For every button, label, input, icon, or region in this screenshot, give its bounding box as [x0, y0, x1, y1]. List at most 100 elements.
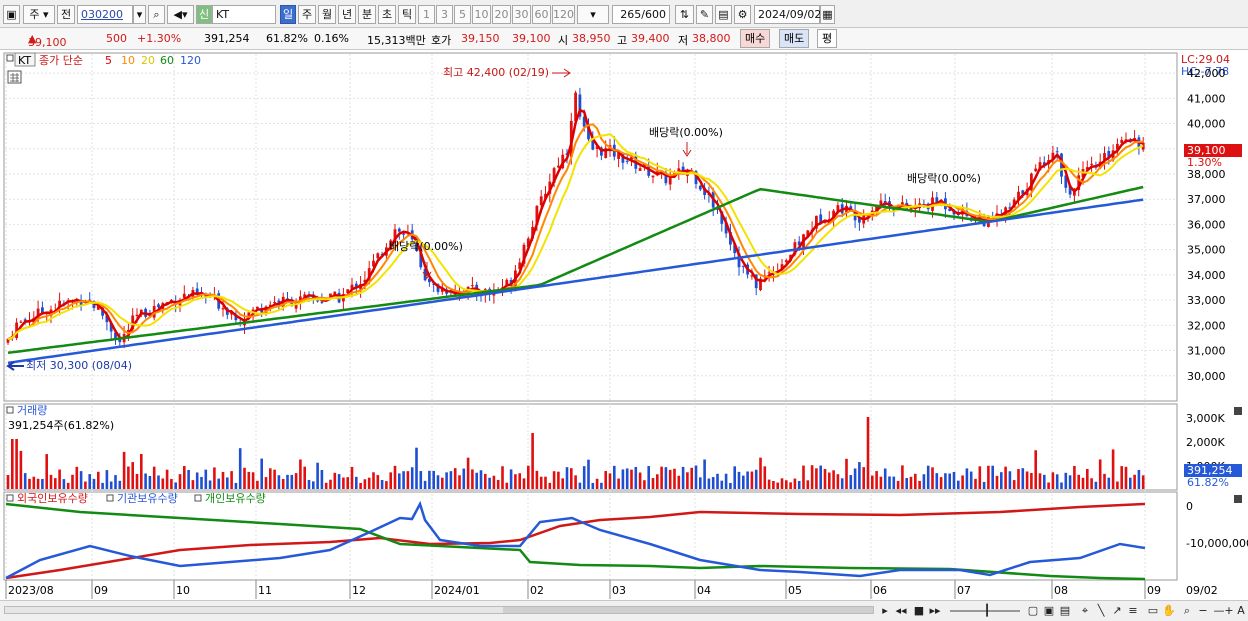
line-tool-icon[interactable]: ╲ — [1094, 603, 1108, 618]
layout-icon[interactable]: ▣ — [3, 5, 20, 24]
hand-icon[interactable]: ✋ — [1162, 603, 1176, 618]
price-axis-label: 37,000 — [1187, 193, 1226, 206]
font-size-icon[interactable]: A — [1234, 603, 1248, 618]
volume-bar — [707, 478, 711, 489]
volume-bar — [686, 472, 689, 489]
stock-chart[interactable]: KT 종가 단순 5 10 20 60 120 최고 42,400 (02/19… — [0, 52, 1248, 600]
volume-bar — [1077, 474, 1080, 489]
period-year[interactable]: 년 — [338, 5, 356, 24]
volume-bar — [41, 478, 44, 489]
x-axis-label: 09 — [94, 584, 108, 597]
fib-tool-icon[interactable]: ≡ — [1126, 603, 1140, 618]
volume-bar — [97, 471, 100, 489]
volume-bar — [492, 475, 496, 489]
volume-bar — [926, 465, 930, 489]
layout-c-icon[interactable]: ▤ — [1058, 603, 1072, 618]
sell-button[interactable]: 매도 — [779, 29, 810, 48]
volume-bar — [690, 467, 693, 489]
calendar-icon[interactable]: ▦ — [820, 5, 835, 24]
cursor-icon[interactable]: ▭ — [1146, 603, 1160, 618]
candle-body — [471, 285, 474, 287]
volume-bar — [952, 472, 956, 489]
volume-bar — [522, 478, 526, 489]
indicator-icon[interactable]: ⇅ — [675, 5, 694, 24]
stop-icon[interactable]: ■ — [912, 603, 926, 618]
period-day[interactable]: 일 — [280, 5, 296, 24]
volume-close-icon[interactable] — [1234, 407, 1242, 415]
volume-bar — [398, 473, 401, 489]
drawing-icon[interactable]: ✎ — [696, 5, 713, 24]
interval-1[interactable]: 1 — [418, 5, 435, 24]
price-axis-label: 38,000 — [1187, 168, 1226, 181]
zoom-search-icon[interactable]: ⌕ — [1180, 603, 1194, 618]
volume-bar — [191, 480, 195, 489]
volume-bar — [299, 459, 302, 489]
speaker-icon[interactable]: ◀▾ — [167, 5, 194, 24]
volume-bar — [1047, 482, 1050, 489]
stock-name-field[interactable]: KT — [212, 5, 276, 24]
interval-60[interactable]: 60 — [532, 5, 551, 24]
volume-bar — [776, 482, 779, 489]
prev-button[interactable]: 전 — [57, 5, 75, 24]
scroll-right-icon[interactable]: ▸ — [878, 603, 892, 618]
volume-bar — [871, 475, 874, 489]
interval-custom-input[interactable]: ▾ — [577, 5, 609, 24]
volume-bar — [582, 466, 586, 489]
volume-bar — [754, 469, 758, 489]
fast-forward-icon[interactable]: ▸▸ — [928, 603, 942, 618]
interval-30[interactable]: 30 — [512, 5, 531, 24]
date-input[interactable]: 2024/09/02 — [754, 5, 821, 24]
volume-bar — [608, 473, 612, 489]
volume-bar — [105, 470, 109, 489]
search-icon[interactable]: ⌕ — [148, 5, 165, 24]
volume-subtitle: 391,254주(61.82%) — [8, 419, 114, 432]
interval-10[interactable]: 10 — [472, 5, 491, 24]
scroll-track[interactable] — [4, 606, 874, 614]
zoom-handle-icon[interactable]: ┃ — [980, 603, 994, 618]
holdings-indiv-label: 개인보유수량 — [205, 492, 266, 505]
legend-ma5: 5 — [105, 54, 112, 67]
volume-bar — [393, 465, 397, 489]
volume-bar — [376, 475, 380, 489]
gear-icon[interactable]: ⚙ — [734, 5, 751, 24]
interval-5[interactable]: 5 — [454, 5, 471, 24]
rewind-icon[interactable]: ◂◂ — [894, 603, 908, 618]
volume-bar — [109, 481, 113, 489]
volume-bar — [496, 479, 500, 489]
scroll-thumb[interactable] — [503, 607, 873, 613]
buy-button[interactable]: 매수 — [740, 29, 771, 48]
volume-bar — [423, 480, 427, 489]
volume-bar — [552, 471, 556, 489]
volume-bar — [1129, 477, 1132, 489]
crosshair-icon[interactable]: ⌖ — [1078, 603, 1092, 618]
count-input[interactable]: 265/600 — [612, 5, 670, 24]
zoom-out-icon[interactable]: − — [1196, 603, 1210, 618]
layout-a-icon[interactable]: ▢ — [1026, 603, 1040, 618]
holdings-close-icon[interactable] — [1234, 495, 1242, 503]
interval-120[interactable]: 120 — [552, 5, 575, 24]
volume-bar — [187, 469, 190, 489]
volume-bar — [200, 476, 203, 489]
volume-bar — [630, 469, 633, 489]
trend-tool-icon[interactable]: ↗ — [1110, 603, 1124, 618]
save-icon[interactable]: ▤ — [715, 5, 732, 24]
volume-bar — [1081, 477, 1085, 489]
interval-3[interactable]: 3 — [436, 5, 453, 24]
volume-bar — [217, 478, 220, 489]
volume-bar — [939, 477, 943, 489]
interval-20[interactable]: 20 — [492, 5, 511, 24]
chart-area[interactable]: KT 종가 단순 5 10 20 60 120 최고 42,400 (02/19… — [0, 52, 1248, 600]
layout-b-icon[interactable]: ▣ — [1042, 603, 1056, 618]
period-second[interactable]: 초 — [378, 5, 396, 24]
shin-button[interactable]: 신 — [196, 5, 212, 24]
period-select[interactable]: 주 ▾ — [23, 5, 55, 24]
code-dropdown-icon[interactable]: ▾ — [133, 5, 146, 24]
stock-code-input[interactable]: 030200 — [77, 5, 133, 24]
period-tick[interactable]: 틱 — [398, 5, 416, 24]
period-week[interactable]: 주 — [298, 5, 316, 24]
period-month[interactable]: 월 — [318, 5, 336, 24]
volume-bar — [853, 468, 857, 489]
evaluate-button[interactable]: 평 — [817, 29, 838, 48]
x-axis-label: 04 — [697, 584, 711, 597]
period-minute[interactable]: 분 — [358, 5, 376, 24]
